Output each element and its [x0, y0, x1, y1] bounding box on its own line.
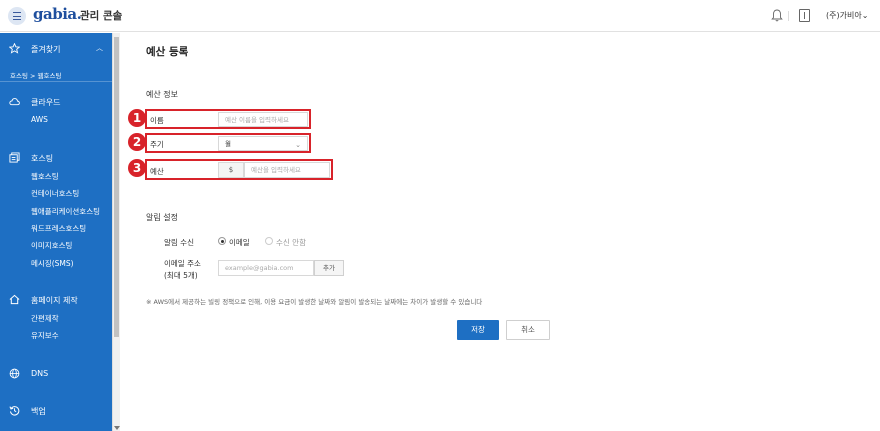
period-select-value: 월 [225, 140, 231, 148]
budget-name-input[interactable]: 예산 이름을 입력하세요 [218, 112, 308, 127]
sidebar-item-dns[interactable]: DNS [31, 369, 48, 378]
name-label: 이름 [150, 116, 164, 125]
panel-icon[interactable] [799, 9, 810, 22]
add-email-button[interactable]: 추가 [314, 260, 344, 276]
scroll-down-icon[interactable] [114, 426, 120, 430]
sidebar-item-easy-build[interactable]: 간편제작 [31, 313, 59, 324]
sidebar-item-wordpress-hosting[interactable]: 워드프레스호스팅 [31, 223, 86, 234]
scrollbar-thumb[interactable] [114, 37, 119, 337]
page-title: 예산 등록 [146, 46, 189, 58]
step-badge-1: 1 [128, 109, 146, 127]
sidebar-item-aws[interactable]: AWS [31, 115, 48, 124]
bell-icon[interactable] [771, 9, 783, 22]
radio-no-receive-label[interactable]: 수신 안함 [276, 237, 306, 248]
step-badge-3: 3 [128, 159, 146, 177]
email-max-label: (최대 5개) [164, 271, 198, 280]
backup-icon [9, 406, 20, 416]
divider [0, 81, 112, 82]
radio-email[interactable] [218, 237, 226, 245]
email-address-label: 이메일 주소 [164, 259, 201, 268]
amount-label: 예산 [150, 167, 164, 176]
top-bar: gabia. 관리 콘솔 (주)가비아⌄ [0, 0, 880, 32]
sidebar-item-hosting[interactable]: 호스팅 [31, 153, 53, 164]
email-input[interactable]: example@gabia.com [218, 260, 314, 276]
period-select[interactable]: 월 ⌄ [218, 136, 308, 151]
period-label: 주기 [150, 140, 164, 149]
home-icon [9, 294, 20, 305]
sidebar-item-homepage[interactable]: 홈페이지 제작 [31, 295, 78, 306]
currency-unit: $ [218, 162, 244, 178]
sidebar-item-container-hosting[interactable]: 컨테이너호스팅 [31, 188, 79, 199]
divider [788, 11, 789, 21]
sidebar-item-maintenance[interactable]: 유지보수 [31, 330, 59, 341]
save-button[interactable]: 저장 [457, 320, 499, 340]
user-name: (주)가비아 [826, 11, 862, 20]
section-alert-settings: 알림 설정 [146, 213, 178, 222]
console-title: 관리 콘솔 [80, 10, 123, 22]
radio-no-receive[interactable] [265, 237, 273, 245]
star-icon [9, 43, 20, 54]
budget-amount-input[interactable]: 예산을 입력하세요 [244, 162, 330, 178]
breadcrumb[interactable]: 호스팅 > 웹호스팅 [10, 70, 61, 80]
cancel-button[interactable]: 취소 [506, 320, 550, 340]
sidebar-item-favorites[interactable]: 즐겨찾기 [31, 44, 60, 55]
billing-notice: ※ AWS에서 제공하는 빌링 정책으로 인해, 이용 요금이 발생한 날짜와 … [146, 298, 483, 306]
sidebar: 즐겨찾기 ︿ 호스팅 > 웹호스팅 클라우드 AWS 호스팅 웹호스팅 컨테이너… [0, 33, 112, 431]
alert-receive-label: 알림 수신 [164, 238, 194, 247]
chevron-down-icon: ⌄ [861, 11, 869, 20]
sidebar-item-webapp-hosting[interactable]: 웹애플리케이션호스팅 [31, 206, 100, 217]
sidebar-item-sms[interactable]: 메시징(SMS) [31, 258, 74, 269]
chevron-up-icon[interactable]: ︿ [96, 43, 103, 53]
sidebar-item-web-hosting[interactable]: 웹호스팅 [31, 171, 59, 182]
sidebar-item-cloud[interactable]: 클라우드 [31, 97, 60, 108]
user-menu[interactable]: (주)가비아⌄ [826, 10, 868, 21]
logo[interactable]: gabia. [33, 5, 82, 23]
sidebar-item-backup[interactable]: 백업 [31, 406, 46, 417]
hosting-icon [9, 152, 20, 163]
section-budget-info: 예산 정보 [146, 90, 178, 99]
sidebar-scrollbar[interactable] [112, 33, 120, 431]
chevron-down-icon: ⌄ [295, 141, 301, 149]
step-badge-2: 2 [128, 133, 146, 151]
cloud-icon [9, 98, 20, 106]
sidebar-item-image-hosting[interactable]: 이미지호스팅 [31, 240, 72, 251]
menu-icon[interactable] [8, 7, 26, 25]
radio-email-label[interactable]: 이메일 [229, 237, 250, 248]
globe-icon [9, 368, 20, 379]
